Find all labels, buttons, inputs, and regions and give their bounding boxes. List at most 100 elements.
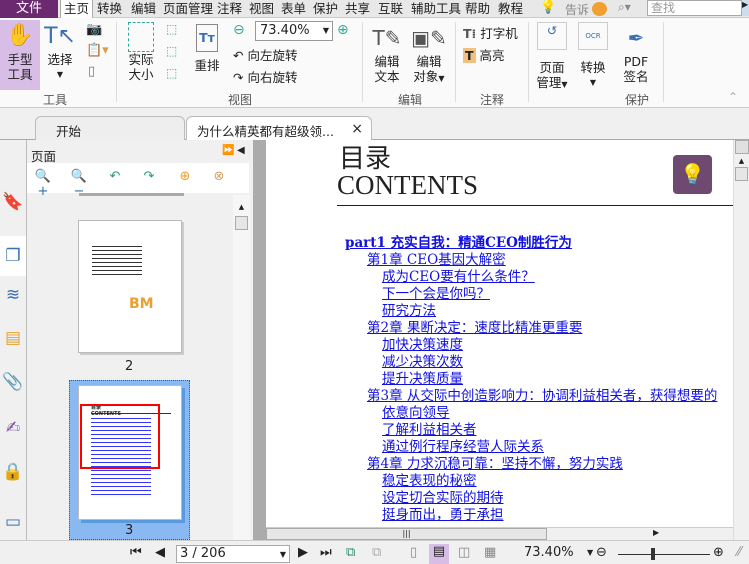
zoom-out-icon[interactable]: ⊖ — [233, 22, 245, 38]
toc-link[interactable]: 第2章 果断决定：速度比精准更重要 — [367, 320, 582, 337]
menu-tab-0[interactable]: 主页 — [60, 0, 94, 19]
edit-object-button[interactable]: ▣✎ 编辑 对象▼ — [410, 22, 448, 86]
viewport-indicator[interactable] — [80, 404, 160, 469]
search-icon[interactable]: ⌕▾ — [618, 0, 631, 15]
toc-link[interactable]: 通过例行程序经营人际关系 — [382, 439, 544, 456]
toc-link[interactable]: 下一个会是你吗？ — [382, 286, 490, 303]
last-page-button[interactable]: ⏭ — [320, 545, 332, 561]
heart-icon[interactable] — [592, 2, 607, 16]
reflow-button[interactable]: Tт 重排 — [192, 24, 222, 73]
signature-icon[interactable]: ✍ — [2, 418, 24, 440]
fit-page-icon[interactable]: ⬚ — [166, 22, 177, 36]
continuous-facing-icon[interactable]: ▦ — [484, 545, 496, 561]
panel-splitter[interactable] — [253, 140, 266, 540]
prev-page-button[interactable]: ◀ — [155, 545, 165, 561]
single-page-icon[interactable]: ▯ — [410, 545, 417, 561]
highlight-button[interactable]: T 高亮 — [463, 45, 505, 64]
clipboard-icon[interactable]: 📋▾ — [86, 43, 109, 58]
tab-document[interactable]: 为什么精英都有超级领... × — [186, 116, 372, 141]
previous-view-icon[interactable]: ⧉ — [346, 545, 355, 561]
zoom-in-icon[interactable]: ⊕ — [337, 22, 349, 38]
toc-link[interactable]: 第1章 CEO基因大解密 — [367, 252, 506, 269]
toc-link[interactable]: 第3章 从交际中创造影响力：协调利益相关者，获得想要的 — [367, 388, 717, 405]
bookmark-icon[interactable]: 🔖 — [2, 192, 24, 214]
actual-size-button[interactable]: 实际 大小 — [124, 22, 158, 82]
collapse-ribbon-icon[interactable]: ⌃ — [728, 90, 738, 104]
thumb-scroll-thumb[interactable] — [235, 216, 248, 230]
lock-icon[interactable]: 🔒 — [2, 462, 24, 484]
toc-link[interactable]: 挺身而出，勇于承担 — [382, 507, 504, 524]
menu-tab-3[interactable]: 页面管理 — [160, 0, 216, 18]
search-go-button[interactable]: ▶ — [742, 0, 749, 16]
toc-link[interactable]: 第4章 力求沉稳可靠：坚持不懈，努力实践 — [367, 456, 623, 473]
menu-tab-8[interactable]: 共享 — [342, 0, 373, 18]
toc-link[interactable]: 减少决策次数 — [382, 354, 463, 371]
menu-tab-11[interactable]: 帮助 — [462, 0, 493, 18]
search-input[interactable]: 查找 — [647, 0, 742, 16]
menu-tab-1[interactable]: 转换 — [94, 0, 125, 18]
continuous-page-icon[interactable]: ▤ — [429, 544, 449, 564]
snapshot-icon[interactable]: 📷 — [86, 22, 102, 37]
hscroll-thumb[interactable]: ||| — [266, 528, 547, 540]
page-number-input[interactable]: 3 / 206 ▼ — [176, 545, 290, 563]
convert-button[interactable]: OCR 转换 ▼ — [576, 22, 610, 90]
form-icon[interactable]: ▭ — [2, 512, 24, 534]
tab-start[interactable]: 开始 — [35, 116, 185, 140]
typewriter-button[interactable]: T⁞ 打字机 — [463, 23, 518, 42]
doc-scroll-thumb[interactable] — [735, 167, 748, 181]
thumbnail-page-2[interactable]: BM — [78, 220, 182, 353]
fit-visible-icon[interactable]: ⬚ — [166, 66, 177, 80]
close-tab-icon[interactable]: × — [351, 121, 363, 137]
pdf-sign-button[interactable]: ✒ PDF 签名 — [618, 22, 654, 84]
thumb-vscroll[interactable]: ▲ — [233, 195, 250, 540]
toc-link[interactable]: 依意向领导 — [382, 405, 450, 422]
insert-page-icon[interactable]: ⊕ — [175, 169, 195, 187]
zoom-dropdown-icon[interactable]: ▼ — [587, 545, 593, 561]
expand-panel-icon[interactable]: ⏩ — [222, 145, 234, 156]
menu-tab-6[interactable]: 表单 — [278, 0, 309, 18]
zoom-out-button[interactable]: ⊖ — [596, 545, 607, 561]
menu-tab-9[interactable]: 互联 — [375, 0, 406, 18]
comments-icon[interactable]: ▤ — [2, 328, 24, 350]
first-page-button[interactable]: ⏮ — [130, 545, 142, 561]
enlarge-thumbnail-icon[interactable]: 🔍+ — [33, 169, 53, 199]
toc-link[interactable]: 加快决策速度 — [382, 337, 463, 354]
rotate-left-page-icon[interactable]: ↶ — [105, 169, 125, 187]
toc-link[interactable]: part1 充实自我：精通CEO制胜行为 — [345, 235, 572, 252]
bookmark-page-icon[interactable]: ▯ — [88, 64, 95, 79]
menu-tab-2[interactable]: 编辑 — [128, 0, 159, 18]
zoom-level[interactable]: 73.40% — [524, 545, 574, 561]
rotate-left-button[interactable]: ↶ 向左旋转 — [233, 45, 297, 64]
toc-link[interactable]: 成为CEO要有什么条件？ — [382, 269, 535, 286]
page-management-button[interactable]: ↺ 页面 管理▼ — [534, 22, 570, 92]
menu-tab-5[interactable]: 视图 — [246, 0, 277, 18]
zoom-slider[interactable] — [618, 554, 710, 555]
layers-icon[interactable]: ≋ — [2, 285, 24, 307]
toc-link[interactable]: 研究方法 — [382, 303, 436, 320]
fit-width-icon[interactable]: ⬚ — [166, 44, 177, 58]
hand-tool-button[interactable]: ✋ 手型 工具 — [0, 20, 40, 90]
document-hscroll[interactable]: ||| ▶ — [266, 527, 733, 540]
shrink-thumbnail-icon[interactable]: 🔍− — [69, 169, 89, 199]
pages-icon[interactable]: ❐ — [0, 236, 26, 276]
file-menu[interactable]: 文件 — [0, 0, 58, 18]
thumb-hscroll[interactable] — [79, 193, 184, 196]
toc-link[interactable]: 稳定表现的秘密 — [382, 473, 477, 490]
next-page-button[interactable]: ▶ — [298, 545, 308, 561]
tell-me[interactable]: 告诉 — [565, 1, 589, 18]
collapse-panel-icon[interactable]: ◀ — [237, 145, 245, 156]
menu-tab-4[interactable]: 注释 — [214, 0, 245, 18]
menu-tab-12[interactable]: 教程 — [495, 0, 526, 18]
toc-link[interactable]: 提升决策质量 — [382, 371, 463, 388]
attachment-icon[interactable]: 📎 — [2, 372, 24, 394]
next-view-icon[interactable]: ⧉ — [372, 545, 381, 561]
zoom-in-button[interactable]: ⊕ — [713, 545, 724, 561]
toc-link[interactable]: 设定切合实际的期待 — [382, 490, 504, 507]
thumbnail-page-3-selected[interactable]: 目录 CONTENTS 3 — [69, 380, 190, 540]
document-vscroll[interactable]: ▲ — [733, 140, 749, 540]
rotate-right-button[interactable]: ↷ 向右旋转 — [233, 67, 297, 86]
select-button[interactable]: T↖ 选择 ▼ — [44, 22, 76, 82]
toc-link[interactable]: 了解利益相关者 — [382, 422, 477, 439]
resize-grip-icon[interactable]: ⁄⁄ — [737, 545, 741, 561]
zoom-select[interactable]: 73.40% ▼ — [255, 21, 333, 41]
